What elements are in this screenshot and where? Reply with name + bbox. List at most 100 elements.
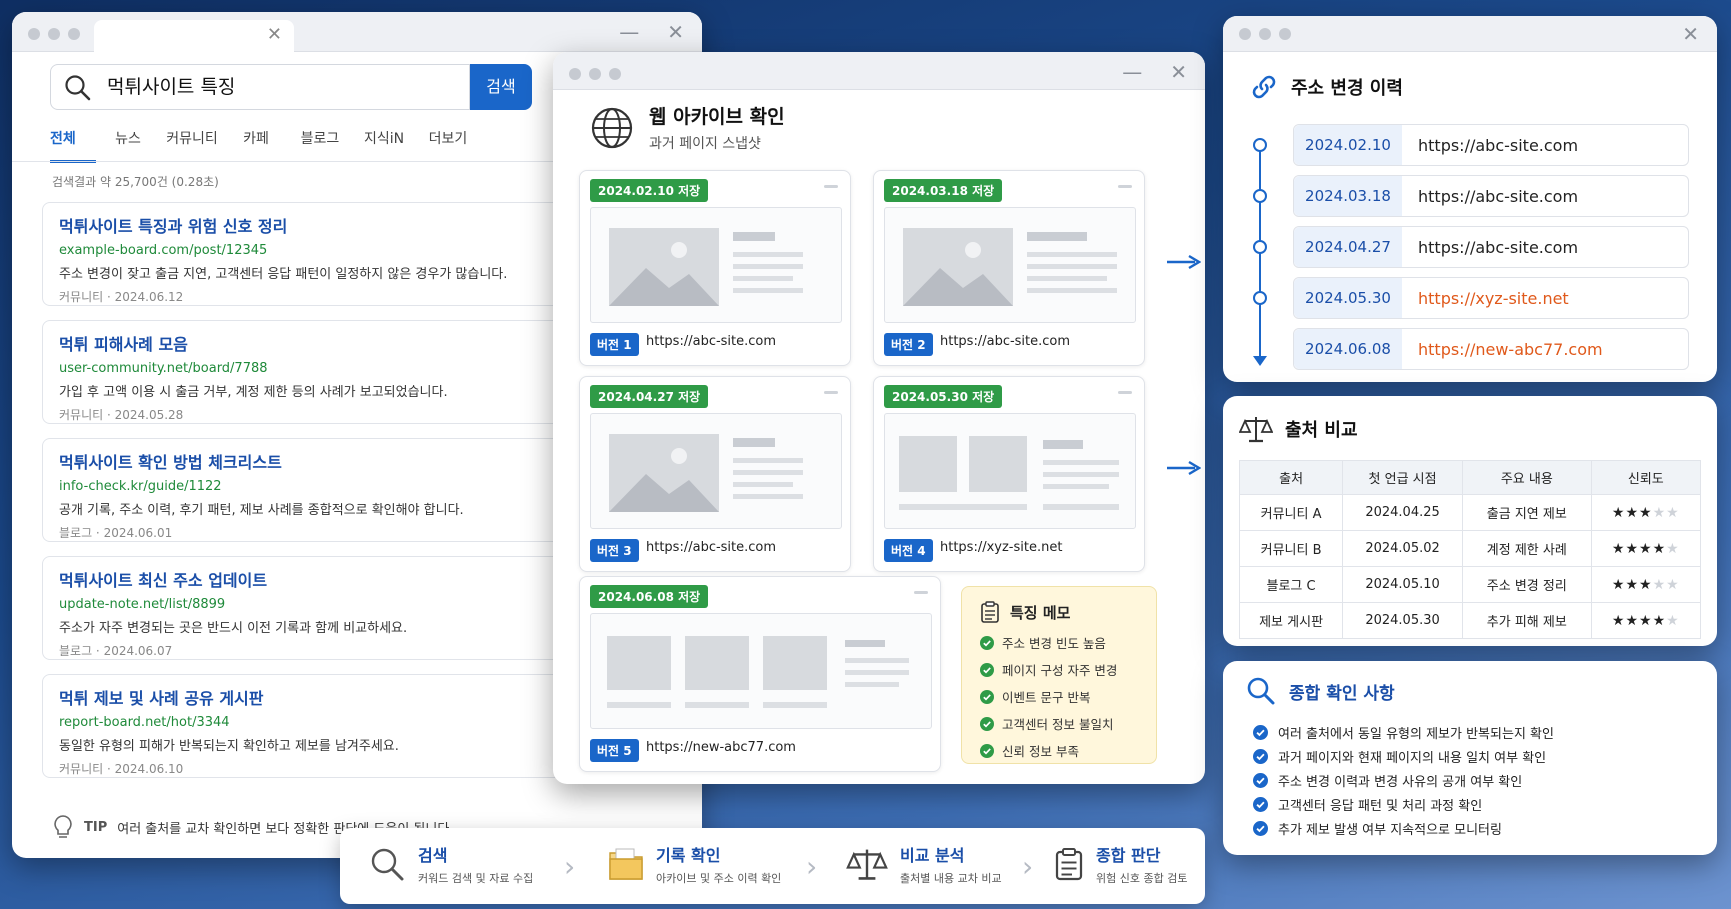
close-dot[interactable] [569,68,581,80]
star-filled-icon: ★ [1639,504,1653,521]
history-url[interactable]: https://abc-site.com [1402,136,1578,155]
source-compare-window: 출처 비교 출처 첫 언급 시점 주요 내용 신뢰도 커뮤니티 A 2024.0… [1223,396,1717,646]
result-title[interactable]: 먹튀 피해사례 모음 [59,331,635,355]
result-url[interactable]: info-check.kr/guide/1122 [59,479,635,494]
step-search: 검색 커워드 검색 및 자료 수집 [368,842,533,886]
result-title[interactable]: 먹튀사이트 확인 방법 체크리스트 [59,449,635,473]
menu-icon[interactable] [914,591,928,594]
summary-item-text: 고객센터 응답 패턴 및 처리 과정 확인 [1278,799,1483,814]
compare-header: 출처 비교 [1239,414,1358,444]
minimize-dot[interactable] [1259,28,1271,40]
chevron-right-icon: › [1022,850,1034,883]
search-icon [65,75,91,101]
search-input[interactable]: 먹튀사이트 특징 [50,64,470,110]
source-cell: 커뮤니티 B [1238,530,1344,567]
timeline-dot [1253,291,1267,305]
table-row: 블로그 C 2024.05.10 주소 변경 정리 ★★★★★ [1238,566,1702,603]
result-url[interactable]: report-board.net/hot/3344 [59,715,635,730]
snapshot-card[interactable]: 2024.04.27 저장 버전 3 https://abc-site.com [579,376,851,572]
tab-news[interactable]: 뉴스 [96,128,160,163]
menu-icon[interactable] [824,185,838,188]
close-icon[interactable]: ✕ [1170,60,1187,84]
result-url[interactable]: user-community.net/board/7788 [59,361,635,376]
history-url-changed[interactable]: https://xyz-site.net [1402,289,1569,308]
check-circle-icon [1253,821,1268,836]
summary-item-text: 여러 출처에서 동일 유형의 제보가 반복되는지 확인 [1278,727,1554,742]
tab-more[interactable]: 더보기 [416,128,480,163]
minimize-icon[interactable]: — [1122,60,1142,84]
maximize-dot[interactable] [609,68,621,80]
result-title[interactable]: 먹튀사이트 최신 주소 업데이트 [59,567,635,591]
link-icon [1252,75,1276,99]
snapshot-card[interactable]: 2024.06.08 저장 버전 5 https://new-abc77.com [579,576,941,772]
history-url[interactable]: https://abc-site.com [1402,238,1578,257]
tab-community[interactable]: 커뮤니티 [160,128,224,163]
menu-icon[interactable] [824,391,838,394]
star-filled-icon: ★ [1652,612,1667,629]
rating-stars: ★★★★★ [1590,566,1702,603]
snapshot-url[interactable]: https://abc-site.com [646,334,776,349]
history-entry[interactable]: 2024.02.10 https://abc-site.com [1293,124,1689,166]
tab-all[interactable]: 전체 [50,128,96,163]
snapshot-url[interactable]: https://abc-site.com [646,540,776,555]
content-cell: 출금 지연 제보 [1461,494,1592,531]
search-button[interactable]: 검색 [470,64,532,110]
minimize-dot[interactable] [589,68,601,80]
snapshot-url[interactable]: https://new-abc77.com [646,740,796,755]
history-entry[interactable]: 2024.03.18 https://abc-site.com [1293,175,1689,217]
image-placeholder-icon [609,434,803,512]
snapshot-card[interactable]: 2024.05.30 저장 버전 4 https://xyz-site.net [873,376,1145,572]
tab-kin[interactable]: 지식iN [352,128,416,163]
result-desc: 가입 후 고액 이용 시 출금 거부, 계정 제한 등의 사례가 보고되었습니다… [59,385,448,400]
snapshot-url[interactable]: https://abc-site.com [940,334,1070,349]
summary-item-text: 과거 페이지와 현재 페이지의 내용 일치 여부 확인 [1278,751,1547,766]
result-url[interactable]: example-board.com/post/12345 [59,243,635,258]
version-badge: 버전 4 [884,539,933,562]
tab-blog[interactable]: 블로그 [288,128,352,163]
history-entry[interactable]: 2024.04.27 https://abc-site.com [1293,226,1689,268]
result-desc: 동일한 유형의 피해가 반복되는지 확인하고 제보를 남겨주세요. [59,739,399,754]
minimize-icon[interactable]: — [619,20,639,44]
column-header: 출처 [1238,460,1344,495]
search-icon [1247,677,1275,705]
column-header: 첫 언급 시점 [1342,460,1463,495]
history-entry[interactable]: 2024.05.30 https://xyz-site.net [1293,277,1689,319]
check-circle-icon [1253,797,1268,812]
menu-icon[interactable] [1118,391,1132,394]
close-icon[interactable]: ✕ [1682,22,1699,46]
check-circle-icon [1253,773,1268,788]
content-cell: 주소 변경 정리 [1461,566,1592,603]
menu-icon[interactable] [1118,185,1132,188]
first-mention-cell: 2024.05.10 [1342,566,1463,603]
result-title[interactable]: 먹튀사이트 특징과 위험 신호 정리 [59,213,635,237]
lightbulb-icon [54,815,72,838]
snapshot-url[interactable]: https://xyz-site.net [940,540,1062,555]
maximize-dot[interactable] [68,28,80,40]
close-dot[interactable] [1239,28,1251,40]
check-circle-icon [980,662,994,677]
maximize-dot[interactable] [1279,28,1291,40]
page-thumbnail [884,207,1136,323]
history-entry[interactable]: 2024.06.08 https://new-abc77.com [1293,328,1689,370]
memo-item-text: 이벤트 문구 반복 [1002,690,1091,705]
browser-tab[interactable]: ✕ [94,20,294,52]
tab-cafe[interactable]: 카페 [224,128,288,163]
column-header: 주요 내용 [1461,460,1592,495]
version-badge: 버전 1 [590,333,639,356]
history-url[interactable]: https://abc-site.com [1402,187,1578,206]
snapshot-card[interactable]: 2024.03.18 저장 버전 2 https://abc-site.com [873,170,1145,366]
summary-item-text: 주소 변경 이력과 변경 사유의 공개 여부 확인 [1278,775,1523,790]
history-url-changed[interactable]: https://new-abc77.com [1402,340,1603,359]
saved-badge: 2024.06.08 저장 [590,585,709,608]
chevron-right-icon: › [564,850,576,883]
tab-close-icon[interactable]: ✕ [267,24,282,45]
result-title[interactable]: 먹튀 제보 및 사례 공유 게시판 [59,685,635,709]
step-title: 기록 확인 [656,846,721,865]
table-row: 커뮤니티 A 2024.04.25 출금 지연 제보 ★★★★★ [1238,494,1702,531]
close-icon[interactable]: ✕ [667,20,684,44]
snapshot-card[interactable]: 2024.02.10 저장 버전 1 https://abc-site.com [579,170,851,366]
rating-stars: ★★★★★ [1590,602,1702,639]
result-url[interactable]: update-note.net/list/8899 [59,597,635,612]
close-dot[interactable] [28,28,40,40]
minimize-dot[interactable] [48,28,60,40]
